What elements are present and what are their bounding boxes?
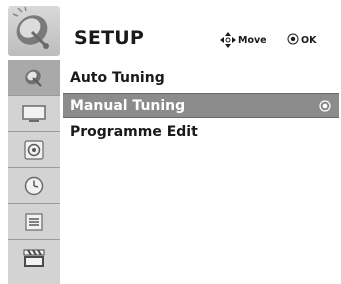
clock-icon [24, 176, 44, 195]
satellite-dish-icon [25, 69, 42, 87]
sidebar-item-audio[interactable] [8, 132, 60, 168]
menu-item-label: Programme Edit [70, 124, 198, 140]
ok-button-icon [287, 33, 299, 48]
clapperboard-icon [23, 249, 45, 267]
menu-header: SETUP Move OK [0, 0, 341, 60]
ok-hint-label: OK [301, 35, 317, 46]
category-sidebar [8, 60, 60, 284]
speaker-icon [24, 139, 44, 160]
sidebar-item-picture[interactable] [8, 96, 60, 132]
sidebar-item-option[interactable] [8, 204, 60, 240]
move-arrows-icon [220, 32, 236, 51]
option-panel-icon [25, 212, 43, 231]
setup-menu-window: SETUP Move OK Auto Tuning Manual Tuning … [0, 0, 341, 284]
page-title: SETUP [74, 27, 144, 49]
sidebar-item-time[interactable] [8, 168, 60, 204]
satellite-dish-icon [8, 6, 60, 56]
sidebar-item-setup[interactable] [8, 60, 60, 96]
menu-item-auto-tuning[interactable]: Auto Tuning [60, 66, 336, 91]
tv-screen-icon [22, 104, 46, 122]
menu-item-label: Manual Tuning [70, 98, 186, 114]
menu-content: Auto Tuning Manual Tuning Programme Edit [60, 60, 341, 284]
move-hint-label: Move [238, 35, 267, 46]
menu-item-manual-tuning[interactable]: Manual Tuning [63, 93, 339, 118]
ok-select-icon [319, 100, 331, 112]
menu-item-label: Auto Tuning [70, 70, 165, 86]
sidebar-item-media[interactable] [8, 240, 60, 276]
menu-item-programme-edit[interactable]: Programme Edit [60, 120, 336, 145]
